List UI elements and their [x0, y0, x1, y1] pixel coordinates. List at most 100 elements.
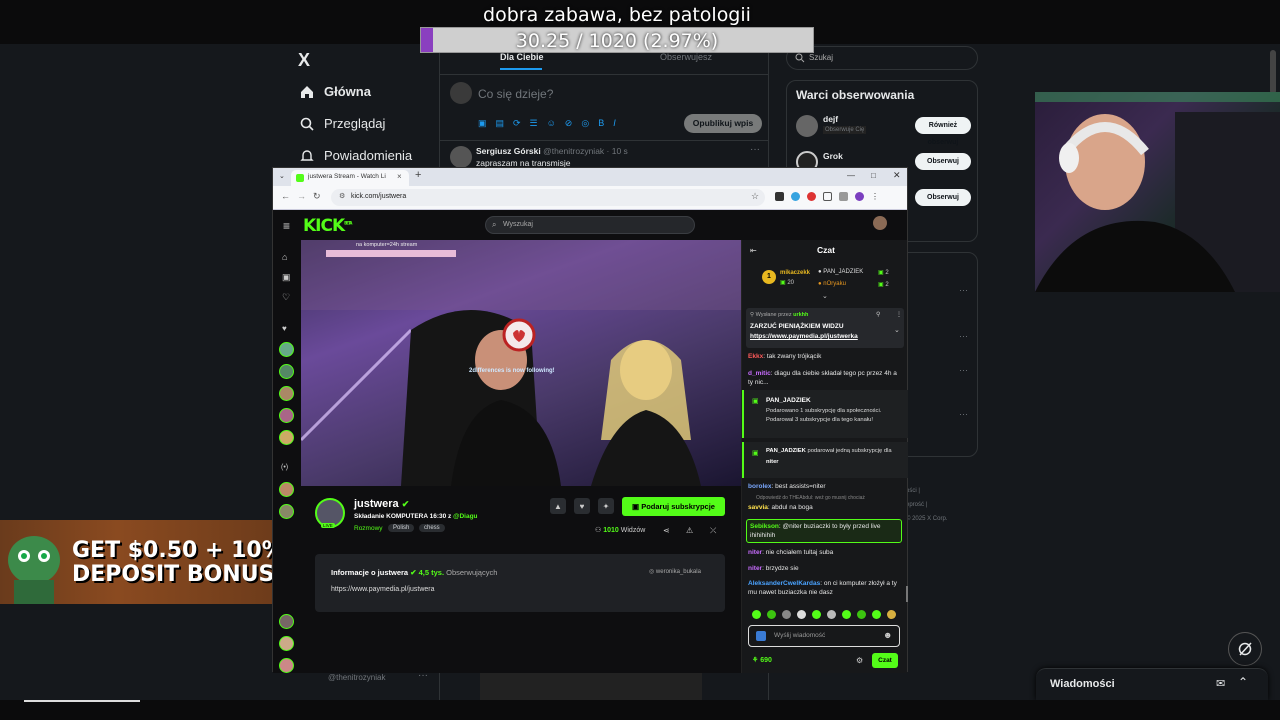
browse-icon[interactable]: ▣ [282, 272, 291, 283]
new-tab-button[interactable]: + [415, 169, 421, 181]
extension-icon[interactable] [807, 192, 816, 201]
emote-icon[interactable] [752, 610, 761, 619]
suggestion-name[interactable]: Grok [823, 151, 843, 161]
more-icon[interactable]: ··· [959, 365, 968, 375]
site-info-icon[interactable]: ⚙ [339, 192, 345, 200]
extension-icon[interactable] [775, 192, 784, 201]
video-player[interactable]: na komputer=24h stream 2differences is n… [301, 240, 741, 486]
forward-icon[interactable]: → [297, 191, 306, 201]
close-tab-icon[interactable]: × [397, 172, 402, 181]
chat-username[interactable]: borolex [748, 483, 771, 490]
more-options-icon[interactable]: ⤫ [710, 526, 716, 536]
chat-settings-icon[interactable]: ⚙ [856, 656, 863, 665]
back-icon[interactable]: ← [281, 191, 290, 201]
profile-icon[interactable] [855, 192, 864, 201]
footer-link[interactable]: eprość | [906, 502, 927, 508]
sub-gift-recipient[interactable]: niter [766, 459, 779, 465]
chat-input[interactable]: Wyślij wiadomość ☻ [748, 625, 900, 647]
user-avatar[interactable] [873, 216, 887, 230]
nav-home[interactable]: Główna [300, 84, 371, 99]
chat-username[interactable]: niter [748, 549, 762, 556]
address-bar[interactable]: ⚙ kick.com/justwera ☆ [331, 189, 765, 206]
more-icon[interactable]: ⋮ [896, 311, 902, 318]
emoji-picker-icon[interactable]: ☻ [883, 630, 892, 640]
chat-username[interactable]: d_mitic [748, 370, 771, 377]
report-icon[interactable]: ⚠ [686, 526, 693, 535]
extension-icon[interactable] [791, 192, 800, 201]
messages-drawer[interactable]: Wiadomości ✉ ⌃ [1036, 668, 1268, 700]
sub-gift-user[interactable]: PAN_JADZIEK [766, 448, 806, 454]
x-search-input[interactable]: Szukaj [809, 53, 833, 62]
emote-icon[interactable] [827, 610, 836, 619]
pinned-by-user[interactable]: urkhh [793, 312, 808, 318]
stream-category[interactable]: Rozmowy [354, 525, 383, 532]
collapse-icon[interactable]: ⌃ [1238, 675, 1248, 689]
kick-search[interactable]: ⌕ Wyszukaj [485, 216, 695, 234]
tweet-handle[interactable]: @thenitrozyniak [543, 146, 604, 156]
tab-following[interactable]: Obserwujesz [660, 52, 712, 62]
gifter-name[interactable]: ● PAN_JADZIEK [818, 269, 863, 275]
sidebar-channel-avatar[interactable] [279, 386, 294, 401]
gifter-name[interactable]: ● nOryaku [818, 281, 846, 287]
more-icon[interactable]: ··· [959, 285, 968, 295]
channel-points[interactable]: ⚘ 690 [752, 656, 772, 664]
chat-username[interactable]: niter [748, 565, 762, 572]
follow-heart-button[interactable]: ♥ [574, 498, 590, 514]
gifter-name[interactable]: mikaczekk [780, 270, 810, 276]
emote-icon[interactable] [797, 610, 806, 619]
compose-toolbar[interactable]: ▣▤⟳☰☺⊘◎BI [478, 118, 625, 129]
sidebar-channel-avatar[interactable] [279, 342, 294, 357]
sidebar-channel-avatar[interactable] [279, 430, 294, 445]
compose-input[interactable]: Co się dzieje? [478, 87, 553, 101]
kick-search-input[interactable]: Wyszukaj [503, 221, 533, 228]
post-button[interactable]: Opublikuj wpis [684, 114, 762, 133]
sidebar-channel-avatar[interactable] [279, 504, 294, 519]
share-icon[interactable]: ⋖ [663, 526, 670, 535]
avatar[interactable] [450, 146, 472, 168]
footer-link[interactable]: ości | [906, 488, 920, 494]
emote-icon[interactable] [872, 610, 881, 619]
close-window-icon[interactable]: ✕ [893, 170, 901, 181]
send-chat-button[interactable]: Czat [872, 653, 898, 668]
pinned-link[interactable]: https://www.paymedia.pl/justwerka [750, 333, 858, 340]
x-search[interactable]: Szukaj [786, 46, 978, 70]
more-icon[interactable]: ··· [959, 409, 968, 419]
emote-icon[interactable] [812, 610, 821, 619]
emote-icon[interactable] [782, 610, 791, 619]
more-icon[interactable]: ··· [959, 331, 968, 341]
expand-pinned-icon[interactable]: ⌄ [894, 326, 900, 334]
extensions-puzzle-icon[interactable] [823, 192, 832, 201]
tag-pill[interactable]: chess [419, 524, 445, 532]
chat-username[interactable]: Sebikson [750, 523, 779, 530]
sub-gift-user[interactable]: PAN_JADZIEK [766, 397, 811, 404]
chat-username[interactable]: Ekkx [748, 353, 763, 360]
chat-scrollbar[interactable] [906, 586, 908, 602]
tab-for-you[interactable]: Dla Ciebie [500, 52, 544, 62]
bookmark-star-icon[interactable]: ☆ [751, 191, 759, 202]
reply-context[interactable]: Odpowiedź do THEAbdul: weź go musnij cho… [756, 495, 865, 501]
sidebar-channel-avatar[interactable] [279, 482, 294, 497]
more-icon[interactable]: ··· [750, 144, 760, 155]
pin-icon[interactable]: ⚲ [876, 311, 880, 318]
avatar[interactable] [450, 82, 472, 104]
nav-explore[interactable]: Przeglądaj [300, 116, 385, 131]
scrollbar[interactable] [1270, 50, 1276, 94]
hamburger-icon[interactable]: ≡ [283, 219, 290, 233]
sidebar-channel-avatar[interactable] [279, 636, 294, 651]
nav-notifications[interactable]: Powiadomienia [300, 148, 412, 163]
about-link[interactable]: https://www.paymedia.pl/justwera [331, 586, 435, 593]
new-message-icon[interactable]: ✉ [1216, 677, 1225, 690]
browser-tab[interactable]: justwera Stream - Watch Li × [291, 170, 409, 186]
channel-name[interactable]: justwera ✔ [354, 498, 409, 510]
minimize-icon[interactable]: — [847, 171, 855, 180]
gift-button[interactable]: ✦ [598, 498, 614, 514]
tag-pill[interactable]: Polish [388, 524, 415, 532]
instagram-link[interactable]: ◎ weronika_bukala [649, 568, 701, 575]
avatar[interactable] [796, 115, 818, 137]
kick-logo[interactable]: KICKBETA [303, 216, 352, 236]
following-icon[interactable]: ♡ [282, 292, 290, 303]
reload-icon[interactable]: ↻ [313, 191, 321, 202]
maximize-icon[interactable]: □ [871, 171, 876, 180]
sidepanel-icon[interactable] [839, 192, 848, 201]
chat-input-placeholder[interactable]: Wyślij wiadomość [774, 632, 825, 639]
